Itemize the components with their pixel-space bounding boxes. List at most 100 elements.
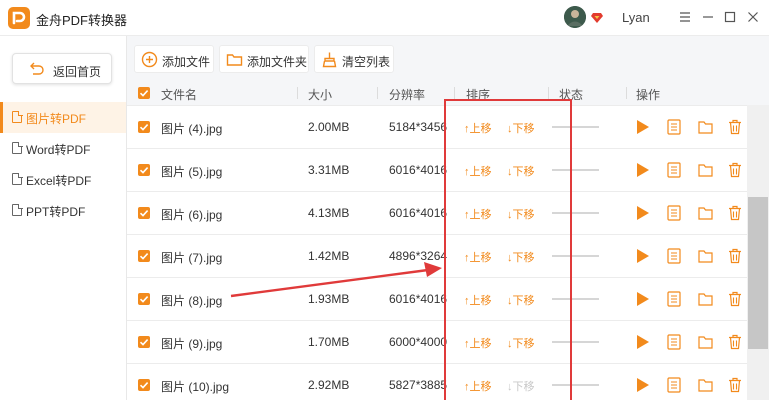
close-icon[interactable]	[746, 10, 760, 24]
row-checkbox[interactable]	[138, 250, 150, 262]
delete-icon[interactable]	[728, 119, 742, 135]
title-bar: 金舟PDF转换器 Lyan	[0, 0, 769, 36]
convert-play-icon[interactable]	[636, 248, 650, 264]
row-checkbox[interactable]	[138, 379, 150, 391]
vip-badge-icon[interactable]	[591, 12, 603, 26]
maximize-icon[interactable]	[723, 10, 737, 24]
delete-icon[interactable]	[728, 334, 742, 350]
folder-icon	[226, 51, 243, 71]
delete-icon[interactable]	[728, 248, 742, 264]
row-checkbox[interactable]	[138, 164, 150, 176]
row-checkbox[interactable]	[138, 207, 150, 219]
open-folder-icon[interactable]	[698, 248, 713, 264]
file-size: 1.93MB	[308, 292, 350, 306]
details-icon[interactable]	[667, 334, 681, 350]
row-checkbox[interactable]	[138, 336, 150, 348]
file-name: 图片 (10).jpg	[161, 380, 230, 394]
document-icon	[12, 203, 23, 216]
highlight-box	[444, 99, 572, 400]
select-all-checkbox[interactable]	[138, 87, 150, 99]
details-icon[interactable]	[667, 162, 681, 178]
column-divider	[548, 87, 549, 99]
scrollbar-thumb[interactable]	[748, 197, 768, 349]
column-divider	[297, 87, 298, 99]
file-size: 3.31MB	[308, 163, 350, 177]
plus-circle-icon	[141, 51, 158, 71]
row-checkbox[interactable]	[138, 293, 150, 305]
sidebar: 返回首页 图片转PDF Word转PDF Excel转PDF PPT转PDF	[0, 36, 127, 400]
back-home-label: 返回首页	[53, 65, 102, 79]
file-name: 图片 (4).jpg	[161, 122, 223, 136]
details-icon[interactable]	[667, 248, 681, 264]
open-folder-icon[interactable]	[698, 377, 713, 393]
convert-play-icon[interactable]	[636, 291, 650, 307]
menu-icon[interactable]	[678, 10, 692, 24]
table-row[interactable]: 图片 (10).jpg 2.92MB 5827*3885 ↑上移 ↓下移	[127, 363, 747, 400]
file-resolution: 5827*3885	[389, 378, 447, 392]
details-icon[interactable]	[667, 119, 681, 135]
convert-play-icon[interactable]	[636, 377, 650, 393]
delete-icon[interactable]	[728, 162, 742, 178]
file-name: 图片 (5).jpg	[161, 165, 223, 179]
open-folder-icon[interactable]	[698, 119, 713, 135]
table-row[interactable]: 图片 (6).jpg 4.13MB 6016*4016 ↑上移 ↓下移	[127, 191, 747, 234]
column-header-size[interactable]: 大小	[308, 86, 332, 103]
convert-play-icon[interactable]	[636, 162, 650, 178]
file-resolution: 6016*4016	[389, 292, 447, 306]
add-file-label: 添加文件	[162, 55, 211, 69]
sidebar-item-label: 图片转PDF	[26, 112, 87, 126]
column-divider	[377, 87, 378, 99]
sidebar-item-label: Excel转PDF	[26, 174, 92, 188]
convert-play-icon[interactable]	[636, 334, 650, 350]
table-row[interactable]: 图片 (9).jpg 1.70MB 6000*4000 ↑上移 ↓下移	[127, 320, 747, 363]
details-icon[interactable]	[667, 291, 681, 307]
delete-icon[interactable]	[728, 291, 742, 307]
file-name: 图片 (8).jpg	[161, 294, 223, 308]
sidebar-item-excel-to-pdf[interactable]: Excel转PDF	[0, 164, 126, 195]
add-folder-button[interactable]: 添加文件夹	[219, 45, 309, 73]
file-name: 图片 (7).jpg	[161, 251, 223, 265]
open-folder-icon[interactable]	[698, 205, 713, 221]
details-icon[interactable]	[667, 205, 681, 221]
username[interactable]: Lyan	[622, 10, 650, 25]
delete-icon[interactable]	[728, 377, 742, 393]
table-row[interactable]: 图片 (7).jpg 1.42MB 4896*3264 ↑上移 ↓下移	[127, 234, 747, 277]
column-header-resolution[interactable]: 分辨率	[389, 86, 425, 103]
sidebar-item-word-to-pdf[interactable]: Word转PDF	[0, 133, 126, 164]
table-row[interactable]: 图片 (5).jpg 3.31MB 6016*4016 ↑上移 ↓下移	[127, 148, 747, 191]
document-icon	[12, 110, 23, 123]
delete-icon[interactable]	[728, 205, 742, 221]
convert-play-icon[interactable]	[636, 205, 650, 221]
document-icon	[12, 141, 23, 154]
file-resolution: 5184*3456	[389, 120, 447, 134]
convert-play-icon[interactable]	[636, 119, 650, 135]
minimize-icon[interactable]	[701, 10, 715, 24]
row-checkbox[interactable]	[138, 121, 150, 133]
back-home-button[interactable]: 返回首页	[12, 53, 112, 84]
open-folder-icon[interactable]	[698, 291, 713, 307]
clear-list-button[interactable]: 清空列表	[314, 45, 394, 73]
file-resolution: 6016*4016	[389, 206, 447, 220]
open-folder-icon[interactable]	[698, 162, 713, 178]
file-size: 2.00MB	[308, 120, 350, 134]
file-size: 1.42MB	[308, 249, 350, 263]
table-row[interactable]: 图片 (8).jpg 1.93MB 6016*4016 ↑上移 ↓下移	[127, 277, 747, 320]
open-folder-icon[interactable]	[698, 334, 713, 350]
column-header-name[interactable]: 文件名	[161, 86, 197, 103]
file-resolution: 6000*4000	[389, 335, 447, 349]
back-arrow-icon	[29, 61, 45, 79]
broom-icon	[321, 51, 338, 71]
details-icon[interactable]	[667, 377, 681, 393]
sidebar-item-image-to-pdf[interactable]: 图片转PDF	[0, 102, 126, 133]
file-name: 图片 (9).jpg	[161, 337, 223, 351]
column-header-actions[interactable]: 操作	[636, 86, 660, 103]
table-row[interactable]: 图片 (4).jpg 2.00MB 5184*3456 ↑上移 ↓下移	[127, 105, 747, 148]
sidebar-item-ppt-to-pdf[interactable]: PPT转PDF	[0, 195, 126, 226]
column-divider	[454, 87, 455, 99]
file-name: 图片 (6).jpg	[161, 208, 223, 222]
sidebar-item-label: PPT转PDF	[26, 205, 86, 219]
file-size: 1.70MB	[308, 335, 350, 349]
clear-list-label: 清空列表	[342, 55, 391, 69]
add-file-button[interactable]: 添加文件	[134, 45, 214, 73]
avatar[interactable]	[564, 6, 586, 28]
